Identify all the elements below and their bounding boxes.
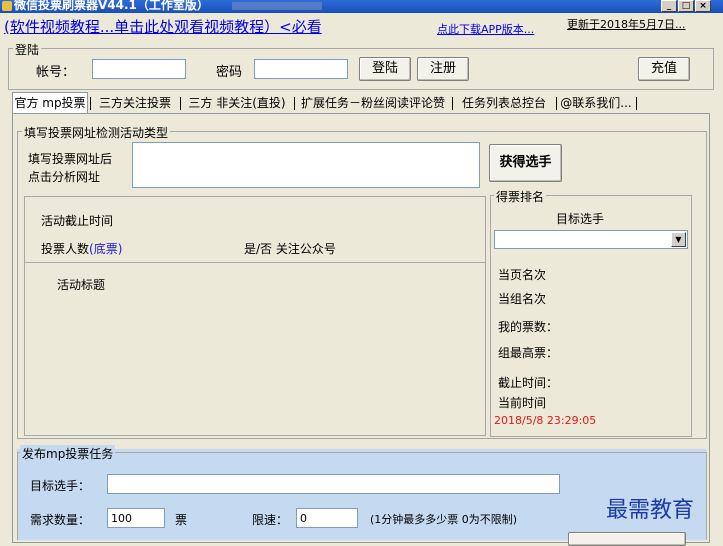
speed-hint: (1分钟最多多少票 0为不限制) [370,513,518,526]
minimize-icon[interactable]: _ [661,0,677,12]
tab-separator [294,97,295,110]
info-divider [24,262,486,263]
page-rank-label: 当页名次 [498,268,547,282]
quantity-label: 需求数量： [30,513,91,527]
tab-separator [556,97,557,110]
chevron-down-icon[interactable]: ▼ [671,232,686,247]
tab-separator [452,97,453,110]
login-legend: 登陆 [13,41,42,58]
tab-third-follow[interactable]: 三方关注投票 [92,93,178,113]
target-candidate-select[interactable]: ▼ [494,230,688,249]
target-candidate-label: 目标选手 [556,212,605,226]
tab-separator [636,97,637,110]
publish-legend: 发布mp投票任务 [20,445,116,462]
account-label: 帐号： [36,65,76,80]
tab-extended-tasks[interactable]: 扩展任务－粉丝阅读评论赞 [296,93,450,113]
tab-official-mp[interactable]: 官方 mp投票 [12,92,88,114]
get-candidates-button[interactable]: 获得选手 [489,144,562,182]
password-input[interactable] [254,59,348,79]
quantity-input[interactable] [107,508,165,528]
url-hint-line2: 点击分析网址 [28,170,101,184]
tab-separator [90,97,91,110]
group-max-label: 组最高票： [498,346,559,360]
publish-target-label: 目标选手： [30,479,91,493]
speed-label: 限速： [252,513,289,527]
tutorial-link[interactable]: (软件视频教程...单击此处观看视频教程）<必看 [4,16,322,37]
register-button[interactable]: 注册 [417,57,469,81]
tab-separator [180,97,181,110]
current-time-value: 2018/5/8 23:29:05 [494,414,597,427]
activity-title-label: 活动标题 [57,278,106,292]
ranking-legend: 得票排名 [494,188,547,205]
activity-info-box [24,196,486,436]
maximize-icon[interactable]: □ [678,0,694,12]
app-icon [2,1,12,11]
publish-button[interactable] [568,532,686,546]
group-rank-label: 当组名次 [498,292,547,306]
password-label: 密码 [216,65,243,80]
deadline-time-label: 截止时间： [498,376,559,390]
account-input[interactable] [92,59,186,79]
tab-contact-us[interactable]: @联系我们... [558,93,634,113]
close-icon[interactable]: × [695,0,711,12]
window-title: 微信投票刷票器V44.1（工作室版） [14,0,209,12]
url-hint-line1: 填写投票网址后 [28,152,113,166]
watermark: 最需教育 [606,498,695,523]
voters-label: 投票人数(底票) [41,242,123,256]
update-date-link[interactable]: 更新于2018年5月7日... [567,16,685,32]
tab-third-nonfollow[interactable]: 三方 非关注(直投) [182,93,292,113]
my-votes-label: 我的票数： [498,320,559,334]
voters-bottom-note: (底票) [89,242,123,256]
tab-task-console[interactable]: 任务列表总控台 [454,93,554,113]
follow-label: 是/否 关注公众号 [244,242,336,256]
detect-legend: 填写投票网址检测活动类型 [22,124,171,141]
recharge-button[interactable]: 充值 [638,57,690,81]
current-time-label: 当前时间 [498,396,547,410]
speed-input[interactable] [296,508,358,528]
deadline-label: 活动截止时间 [41,214,114,228]
app-download-link[interactable]: 点此下载APP版本... [437,21,534,37]
login-button[interactable]: 登陆 [359,57,411,81]
vote-url-input[interactable] [132,142,480,188]
title-blur [232,2,322,10]
publish-target-input[interactable] [107,474,560,494]
title-bar[interactable]: 微信投票刷票器V44.1（工作室版） _ □ × [0,0,723,13]
quantity-unit: 票 [175,513,188,527]
